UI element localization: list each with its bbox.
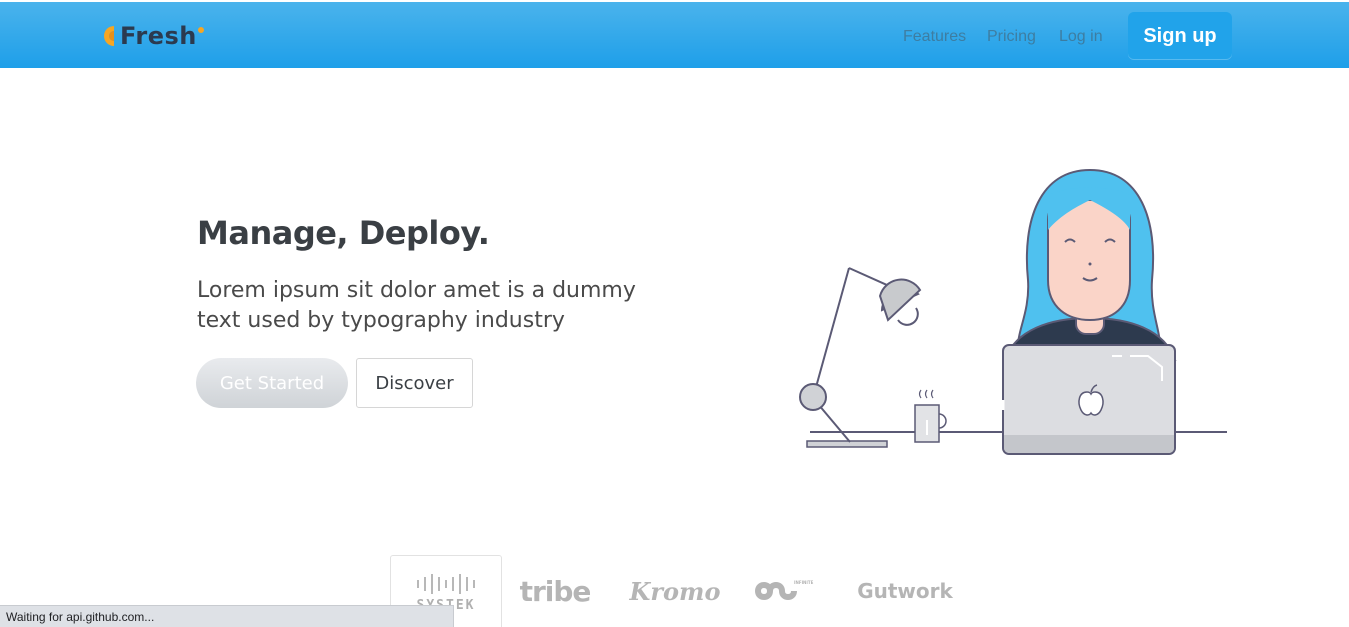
signup-button[interactable]: Sign up	[1128, 12, 1232, 60]
browser-status-bar: Waiting for api.github.com...	[0, 605, 454, 627]
client-logo-infinite: INFINITE	[750, 555, 825, 627]
coffee-mug-icon	[914, 389, 947, 443]
client-logo-gutwork: Gutwork	[857, 579, 953, 603]
laptop-icon	[1001, 344, 1176, 455]
navbar: Fresh Features Pricing Log in Sign up	[0, 2, 1349, 68]
nav-link-login[interactable]: Log in	[1059, 27, 1103, 47]
nav-link-pricing[interactable]: Pricing	[987, 27, 1036, 47]
logo[interactable]: Fresh	[100, 20, 204, 52]
nav-link-features[interactable]: Features	[903, 27, 966, 47]
client-name: INFINITE	[794, 580, 814, 585]
client-logo-kromo: Kromo	[629, 576, 721, 606]
desk-lamp-icon	[799, 267, 922, 448]
discover-button[interactable]: Discover	[356, 358, 473, 408]
systek-bars-icon	[417, 574, 475, 594]
get-started-button[interactable]: Get Started	[196, 358, 348, 408]
hero-title: Manage, Deploy.	[197, 214, 490, 252]
page: Fresh Features Pricing Log in Sign up Ma…	[0, 0, 1349, 627]
person-avatar-icon	[1003, 168, 1177, 361]
hero-illustration	[799, 168, 1227, 455]
logo-text: Fresh	[120, 22, 197, 50]
infinity-icon: INFINITE	[754, 580, 814, 600]
hero-subtitle: Lorem ipsum sit dolor amet is a dummy te…	[197, 278, 636, 333]
logo-dot-icon	[197, 27, 204, 33]
logo-icon	[104, 26, 114, 46]
client-logo-tribe: tribe	[519, 574, 592, 608]
